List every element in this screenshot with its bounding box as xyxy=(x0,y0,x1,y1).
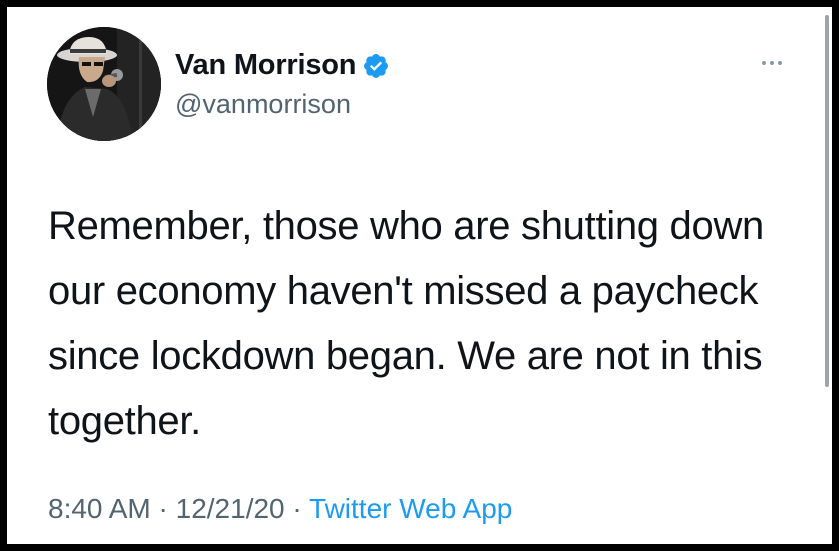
more-options-icon-dot xyxy=(770,61,774,65)
user-handle[interactable]: @vanmorrison xyxy=(175,89,351,120)
display-name[interactable]: Van Morrison xyxy=(175,49,357,82)
more-options-icon xyxy=(762,61,766,65)
author-name-row[interactable]: Van Morrison xyxy=(175,49,390,82)
tweet-text: Remember, those who are shutting down ou… xyxy=(48,204,764,443)
meta-separator: · xyxy=(292,493,302,524)
more-options-icon-dot xyxy=(778,61,782,65)
tweet-card: Van Morrison @vanmorrison Remember, thos… xyxy=(0,0,839,551)
tweet-metadata: 8:40 AM · 12/21/20 · Twitter Web App xyxy=(48,493,512,525)
tweet-time[interactable]: 8:40 AM xyxy=(48,493,151,524)
profile-photo-avatar-icon xyxy=(47,27,161,141)
scrollbar[interactable] xyxy=(825,15,829,387)
tweet-source-link[interactable]: Twitter Web App xyxy=(309,493,512,524)
tweet-date[interactable]: 12/21/20 xyxy=(176,493,285,524)
more-options-button[interactable] xyxy=(752,53,792,73)
meta-separator: · xyxy=(158,493,168,524)
avatar[interactable] xyxy=(47,27,161,141)
verified-badge-icon xyxy=(362,52,390,80)
